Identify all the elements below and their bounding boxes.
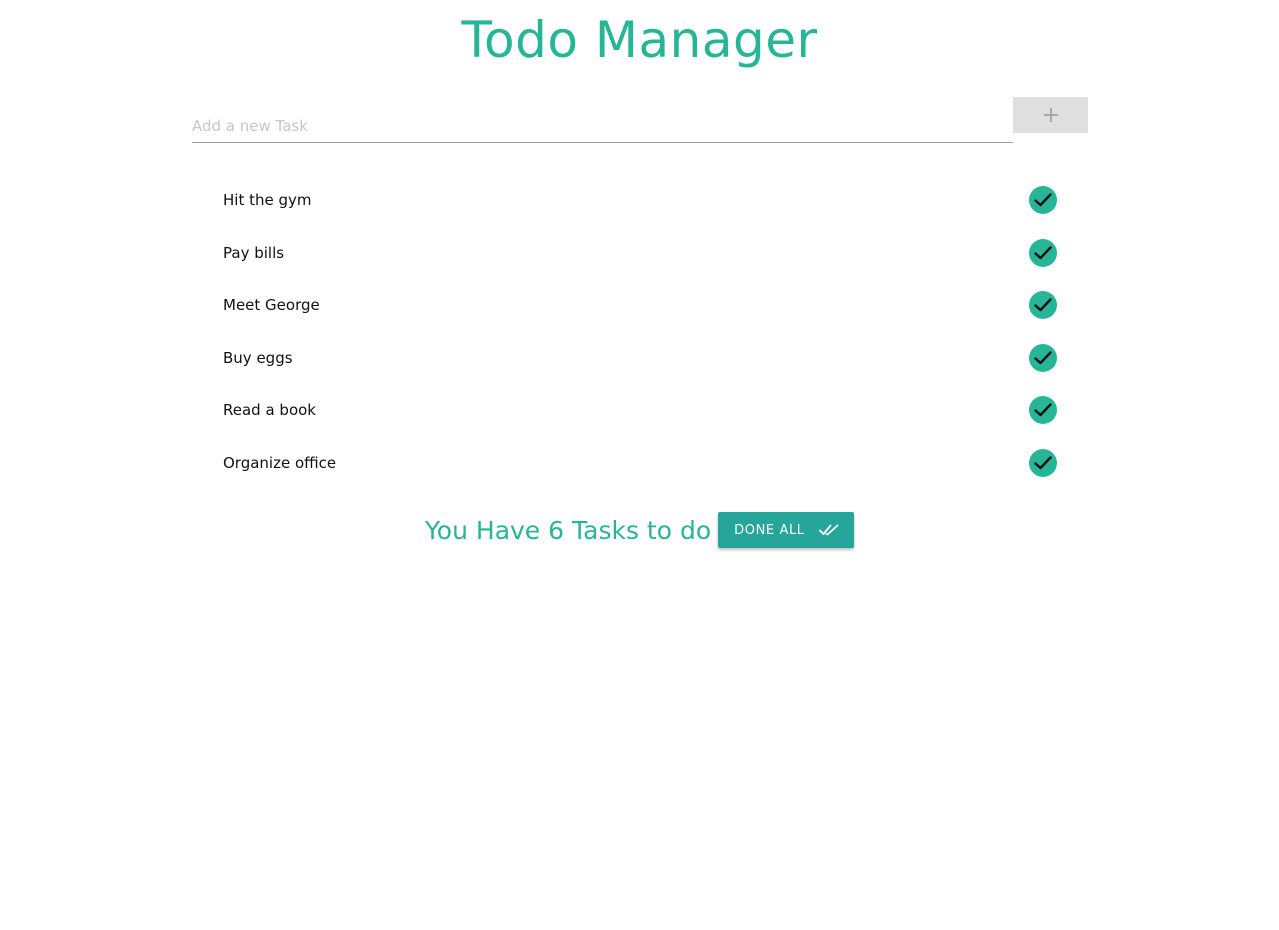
count-prefix: You Have	[424, 515, 549, 545]
done-all-button[interactable]: DONE ALL	[718, 512, 855, 548]
task-list: Hit the gym Pay bills Meet George Buy eg…	[192, 174, 1088, 489]
task-label: Meet George	[223, 296, 320, 315]
task-label: Pay bills	[223, 243, 285, 262]
task-label: Buy eggs	[223, 348, 293, 367]
plus-icon	[1043, 108, 1058, 122]
count-suffix: Tasks to do	[564, 515, 712, 545]
list-item: Pay bills	[192, 227, 1088, 280]
check-icon	[1034, 298, 1052, 312]
complete-task-button[interactable]	[1029, 448, 1057, 477]
new-task-input[interactable]	[192, 97, 1013, 143]
done-all-label: DONE ALL	[734, 522, 805, 538]
list-item: Hit the gym	[192, 174, 1088, 227]
task-label: Read a book	[223, 401, 316, 420]
list-item: Meet George	[192, 279, 1088, 332]
list-item: Organize office	[192, 437, 1088, 490]
complete-task-button[interactable]	[1029, 186, 1057, 215]
list-item: Buy eggs	[192, 332, 1088, 385]
double-check-icon	[818, 524, 839, 536]
add-task-row	[192, 97, 1088, 143]
list-item: Read a book	[192, 384, 1088, 437]
task-count-text: You Have 6 Tasks to do	[425, 516, 711, 545]
complete-task-button[interactable]	[1029, 396, 1057, 425]
complete-task-button[interactable]	[1029, 343, 1057, 372]
todo-app: Todo Manager Hit the gym Pay bills Meet …	[0, 0, 1279, 930]
check-icon	[1034, 193, 1052, 207]
check-icon	[1034, 403, 1052, 417]
task-label: Hit the gym	[223, 191, 312, 210]
check-icon	[1034, 456, 1052, 469]
page-title: Todo Manager	[461, 11, 818, 69]
complete-task-button[interactable]	[1029, 291, 1057, 320]
complete-task-button[interactable]	[1029, 238, 1057, 267]
check-icon	[1034, 246, 1052, 259]
task-label: Organize office	[223, 453, 337, 472]
task-count: 6	[548, 515, 565, 545]
add-task-button[interactable]	[1013, 97, 1088, 133]
check-icon	[1034, 351, 1052, 364]
task-summary: You Have 6 Tasks to do DONE ALL	[0, 512, 1279, 548]
